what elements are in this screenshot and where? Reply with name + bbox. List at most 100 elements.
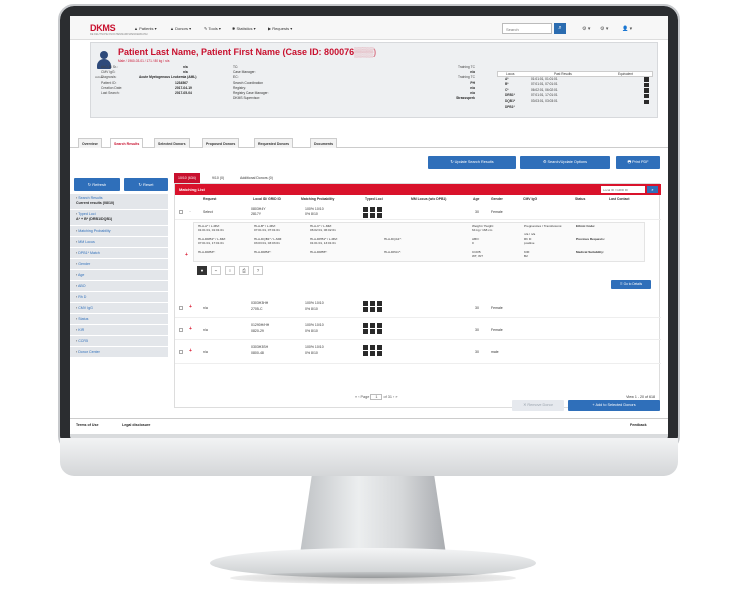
row-checkbox[interactable] [179,328,183,332]
logo[interactable]: DKMS [90,23,116,33]
expand-icon[interactable]: + [189,326,192,332]
search-icon[interactable]: ⌕ [647,186,658,193]
link-icon[interactable]: ⌁ [211,266,221,275]
page-input[interactable]: 1 [370,394,383,400]
filter-status[interactable]: › Status [70,314,168,325]
first-page-icon[interactable]: « [355,395,357,399]
print-icon[interactable]: ⎙ [239,266,249,275]
print-pdf-button[interactable]: 🖶 Print PDF [616,156,660,169]
request-select[interactable]: Select [203,210,213,214]
patient-info-middle: TC: Case Manager: EC: Search Coordinatio… [233,65,269,101]
prev-page-icon[interactable]: ‹ [358,395,359,399]
row-checkbox[interactable] [179,210,183,214]
settings-icon[interactable]: ⚙ ▾ [600,26,608,32]
filter-label: Donor Center [78,350,100,354]
nav-statistics[interactable]: ✱ Statistics ▾ [232,26,256,31]
filter-donor-center[interactable]: › Donor Center [70,347,168,358]
footer: Terms of Use Legal disclosure Feedback [70,418,668,434]
collapse-icon[interactable]: − [189,210,191,214]
expand-icon[interactable]: + [189,348,192,354]
add-icon[interactable]: + [185,252,188,258]
typed-locus-icon [363,351,368,356]
download-icon[interactable] [644,82,649,88]
remove-donor-button[interactable]: ✕ Remove Donor [512,400,564,411]
typed-locus-icon [370,207,375,212]
table-row[interactable]: + n/a 0303H3SH 0800-48 100% 10/10 0% 8/1… [175,342,661,364]
col-age[interactable]: Age [473,197,479,201]
feedback-link[interactable]: Feedback [630,423,647,427]
patient-title: Patient Last Name, Patient First Name (C… [118,47,377,57]
tab-requested-donors[interactable]: Requested Donors [254,138,294,148]
expand-icon[interactable]: + [189,304,192,310]
filter-dpb1-match[interactable]: › DPB1* Match [70,248,168,259]
tab-proposed-donors[interactable]: Proposed Donors [202,138,240,148]
col-request[interactable]: Request [203,197,216,201]
col-cmv-igg[interactable]: CMV IgG [523,197,537,201]
matching-search-input[interactable]: Local ID / GRID ID [601,186,645,193]
download-icon[interactable] [644,77,649,82]
match-prob: 100% 10/10 [305,323,324,327]
search-update-options-button[interactable]: ⚙ Search/Update Options [520,156,610,169]
matching-list-title: Matching List [179,187,205,192]
download-icon[interactable] [644,99,649,105]
col-last-contact[interactable]: Last Contact [609,197,630,201]
table-row[interactable]: + n/a 01290H/HH 0820-29 100% 10/10 0% 8/… [175,320,661,340]
monitor-chin [60,438,678,476]
filter-typed-loci[interactable]: › Typed Loci A* + B* (DRB1/DQB1) [70,210,168,226]
nav-donors[interactable]: ▲ Donors ▾ [170,26,191,31]
search-icon[interactable]: ⌕ [554,23,566,34]
filter-matching-probability[interactable]: › Matching Probability [70,226,168,237]
col-gender[interactable]: Gender [491,197,503,201]
col-typed-loci[interactable]: Typed Loci [365,197,383,201]
row-checkbox[interactable] [179,350,183,354]
go-to-details-button[interactable]: ☰ Go to Details [611,280,651,289]
legal-link[interactable]: Legal disclosure [122,423,150,427]
tab-documents[interactable]: Documents [310,138,338,148]
filter-search-results[interactable]: › Search Results Current results (08/10) [70,194,168,210]
nav-requests[interactable]: ▶ Requests ▾ [268,26,292,31]
request-status: n/a [203,306,208,310]
info-key: CMV IgG: [101,70,116,75]
subtab-10-10[interactable]: 10/10 (634) [174,173,200,183]
terms-link[interactable]: Terms of Use [76,423,99,427]
subtab-9-10[interactable]: 9/10 (0) [208,173,228,183]
col-mm-locus[interactable]: MM Locus (w/o DPB1) [411,197,446,201]
typed-locus-icon [370,301,375,306]
filter-rh-d[interactable]: › Rh D [70,292,168,303]
nav-tools[interactable]: ✎ Tools ▾ [204,26,221,31]
tab-search-results[interactable]: Search Results [110,138,144,148]
tab-selected-donors[interactable]: Selected Donors [154,138,190,148]
col-status[interactable]: Status [575,197,585,201]
download-icon[interactable] [644,93,649,99]
nav-patients[interactable]: ▲ Patients ▾ [134,26,157,31]
typed-locus-icon [377,329,382,334]
row-checkbox[interactable] [179,306,183,310]
filter-age[interactable]: › Age [70,270,168,281]
col-matching-probability[interactable]: Matching Probability [301,197,334,201]
detail-value: n/a / n/a [524,232,536,236]
tab-overview[interactable]: Overview [78,138,102,148]
add-to-selected-donors-button[interactable]: + Add to Selected Donors [568,400,660,411]
update-search-results-button[interactable]: ↻ Update Search Results [428,156,516,169]
table-row[interactable]: − Select 0803H4Y 2817Y 100% 10/10 0% 8/1… [175,206,661,220]
filter-abo[interactable]: › ABO [70,281,168,292]
col-local-id[interactable]: Local ID/ GRID ID [247,197,287,201]
download-icon[interactable] [644,88,649,93]
filter-gender[interactable]: › Gender [70,259,168,270]
button-label: Search/Update Options [547,160,587,164]
filter-kir[interactable]: › KIR [70,325,168,336]
circle-icon[interactable]: ○ [225,266,235,275]
global-search-input[interactable]: Search [502,23,552,34]
settings-icon[interactable]: ⚙ ▾ [582,26,590,32]
filter-cmv-igg[interactable]: › CMV IgG [70,303,168,314]
filter-mm-locus[interactable]: › MM Locus [70,237,168,248]
table-row[interactable]: + n/a 0303H3HH 2705-C 100% 10/10 0% 8/10… [175,298,661,318]
blood-drop-icon[interactable]: ● [197,266,207,275]
user-icon[interactable]: 👤 ▾ [622,26,632,32]
subtab-additional-donors[interactable]: Additional Donors (0) [236,173,277,183]
reset-button[interactable]: ↻ Reset [124,178,168,191]
refresh-button[interactable]: ↻ Refresh [74,178,120,191]
info-icon[interactable]: ? [253,266,263,275]
last-page-icon[interactable]: » [395,395,397,399]
filter-ccr5[interactable]: › CCR5 [70,336,168,347]
